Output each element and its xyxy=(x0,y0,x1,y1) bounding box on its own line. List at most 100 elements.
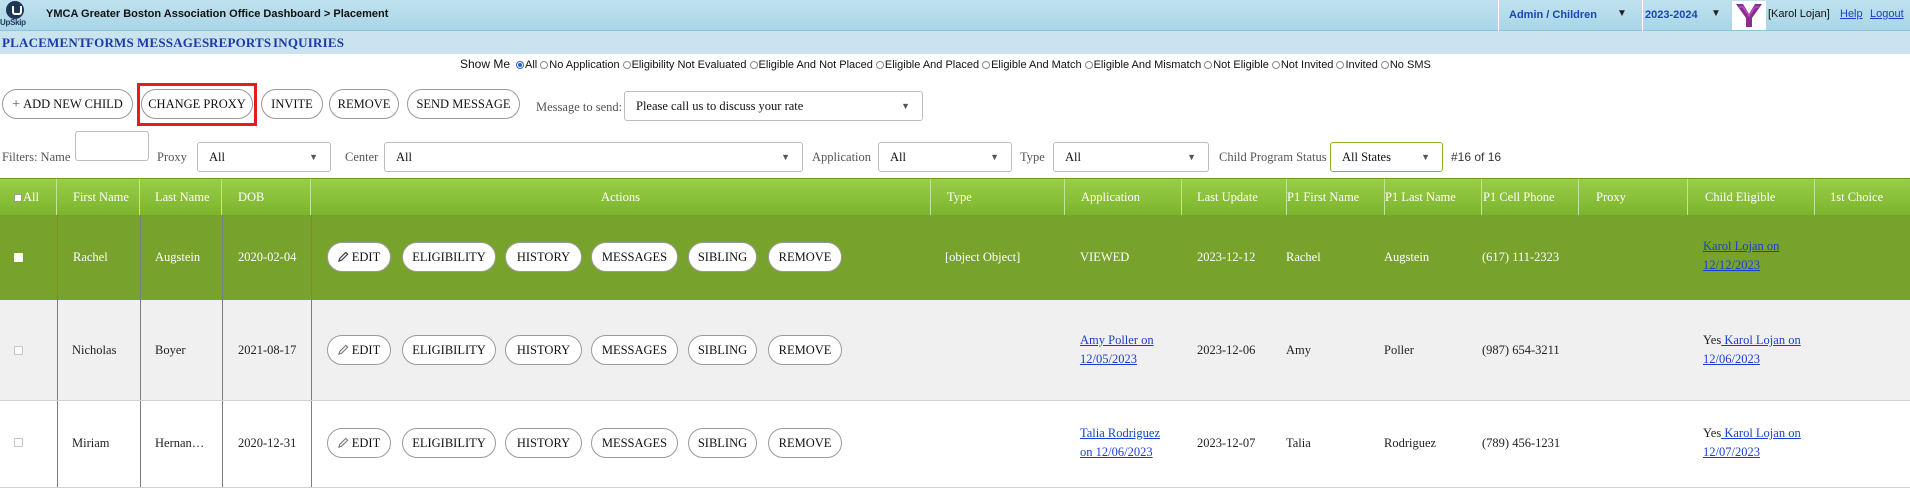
show-me-option-invited[interactable]: Invited xyxy=(1336,59,1378,71)
edit-button[interactable]: EDIT xyxy=(327,428,391,458)
table-row[interactable]: Miriam Hernan… 2020-12-31 EDIT ELIGIBILI… xyxy=(0,401,1910,488)
col-p1-first-name[interactable]: P1 First Name xyxy=(1287,179,1385,216)
show-me-option-no-application[interactable]: No Application xyxy=(540,59,620,71)
col-type[interactable]: Type xyxy=(931,179,1065,216)
add-new-child-label: ADD NEW CHILD xyxy=(23,97,123,111)
eligibility-button[interactable]: ELIGIBILITY xyxy=(402,335,496,365)
application-select[interactable]: All ▼ xyxy=(878,142,1012,172)
row-checkbox[interactable] xyxy=(14,438,23,447)
eligible-date-link[interactable]: 12/07/2023 xyxy=(1703,445,1760,459)
program-status-value: All States xyxy=(1342,150,1391,164)
chevron-down-icon: ▼ xyxy=(901,101,910,111)
sibling-button[interactable]: SIBLING xyxy=(688,242,757,272)
history-button[interactable]: HISTORY xyxy=(505,242,582,272)
edit-button[interactable]: EDIT xyxy=(327,242,391,272)
logout-link[interactable]: Logout xyxy=(1870,8,1904,20)
nav-forms[interactable]: FORMS xyxy=(86,35,134,51)
col-child-eligible[interactable]: Child Eligible xyxy=(1688,179,1815,216)
edit-button[interactable]: EDIT xyxy=(327,335,391,365)
sibling-button[interactable]: SIBLING xyxy=(688,428,757,458)
role-select[interactable]: Admin / Children ▼ xyxy=(1498,0,1642,31)
show-me-option-eligible-mismatch[interactable]: Eligible And Mismatch xyxy=(1084,59,1201,71)
show-me-option-all[interactable]: All xyxy=(516,59,537,71)
col-last-update[interactable]: Last Update xyxy=(1182,179,1287,216)
cell-first-name: Miriam xyxy=(72,436,110,450)
eligible-prefix: Yes xyxy=(1703,333,1722,347)
nav-reports[interactable]: REPORTS xyxy=(209,35,271,51)
radio-icon xyxy=(622,61,631,69)
proxy-select[interactable]: All ▼ xyxy=(197,142,331,172)
col-p1-last-name[interactable]: P1 Last Name xyxy=(1385,179,1482,216)
message-select[interactable]: Please call us to discuss your rate ▼ xyxy=(624,91,923,121)
sibling-button[interactable]: SIBLING xyxy=(688,335,757,365)
messages-button[interactable]: MESSAGES xyxy=(591,335,678,365)
history-button[interactable]: HISTORY xyxy=(505,428,582,458)
col-first-name[interactable]: First Name xyxy=(57,179,140,216)
eligible-prefix: Yes xyxy=(1703,426,1722,440)
col-proxy[interactable]: Proxy xyxy=(1579,179,1688,216)
eligible-date-link[interactable]: 12/12/2023 xyxy=(1703,258,1760,272)
message-label: Message to send: xyxy=(536,100,623,114)
select-all-header[interactable]: All xyxy=(0,179,57,216)
col-dob[interactable]: DOB xyxy=(222,179,311,216)
col-actions: Actions xyxy=(311,179,931,216)
table-row[interactable]: Rachel Augstein 2020-02-04 EDIT ELIGIBIL… xyxy=(0,215,1910,300)
center-select[interactable]: All ▼ xyxy=(384,142,803,172)
show-me-option-not-invited[interactable]: Not Invited xyxy=(1271,59,1333,71)
messages-button[interactable]: MESSAGES xyxy=(591,428,678,458)
cell-child-eligible: Yes Karol Lojan on 12/07/2023 xyxy=(1703,424,1801,462)
program-status-select[interactable]: All States ▼ xyxy=(1330,142,1443,172)
type-select[interactable]: All ▼ xyxy=(1053,142,1209,172)
col-last-name[interactable]: Last Name xyxy=(140,179,222,216)
cell-p1-first-name: Talia xyxy=(1286,436,1311,450)
name-filter-input[interactable] xyxy=(75,131,149,161)
eligibility-button[interactable]: ELIGIBILITY xyxy=(402,242,496,272)
messages-button[interactable]: MESSAGES xyxy=(591,242,678,272)
show-me-option-eligibility-not-evaluated[interactable]: Eligibility Not Evaluated xyxy=(622,59,747,71)
cell-p1-last-name: Augstein xyxy=(1384,250,1430,264)
cell-type: [object Object] xyxy=(945,250,1021,264)
remove-row-button[interactable]: REMOVE xyxy=(768,335,842,365)
year-select[interactable]: 2023-2024 ▼ xyxy=(1642,0,1730,31)
cell-p1-first-name: Amy xyxy=(1286,343,1311,357)
table-row[interactable]: Nicholas Boyer 2021-08-17 EDIT ELIGIBILI… xyxy=(0,300,1910,401)
eligibility-button[interactable]: ELIGIBILITY xyxy=(402,428,496,458)
nav-inquiries[interactable]: INQUIRIES xyxy=(273,35,344,51)
eligible-link[interactable]: Karol Lojan on xyxy=(1721,426,1800,440)
row-checkbox[interactable] xyxy=(14,253,23,262)
row-divider xyxy=(0,400,1910,401)
radio-icon xyxy=(982,61,991,69)
remove-row-button[interactable]: REMOVE xyxy=(768,428,842,458)
remove-button[interactable]: REMOVE xyxy=(329,89,399,119)
history-button[interactable]: HISTORY xyxy=(505,335,582,365)
remove-row-button[interactable]: REMOVE xyxy=(768,242,842,272)
cell-p1-first-name: Rachel xyxy=(1286,250,1321,264)
application-date-link[interactable]: 12/05/2023 xyxy=(1080,352,1137,366)
application-link[interactable]: Talia Rodriguez xyxy=(1080,426,1160,440)
add-new-child-button[interactable]: + ADD NEW CHILD xyxy=(2,89,133,119)
chevron-down-icon: ▼ xyxy=(1617,8,1627,19)
col-p1-cell-phone[interactable]: P1 Cell Phone xyxy=(1482,179,1579,216)
show-me-option-no-sms[interactable]: No SMS xyxy=(1380,59,1431,71)
cell-last-update: 2023-12-12 xyxy=(1197,250,1256,264)
cell-first-name: Rachel xyxy=(73,250,108,264)
application-link[interactable]: Amy Poller on xyxy=(1080,333,1154,347)
nav-placement[interactable]: PLACEMENT xyxy=(2,35,87,51)
select-all-checkbox[interactable] xyxy=(14,194,22,202)
eligible-date-link[interactable]: 12/06/2023 xyxy=(1703,352,1760,366)
eligible-link[interactable]: Karol Lojan on xyxy=(1703,239,1779,253)
help-link[interactable]: Help xyxy=(1840,8,1863,20)
filter-name-label: Filters: Name xyxy=(2,150,71,164)
send-message-button[interactable]: SEND MESSAGE xyxy=(407,89,520,119)
invite-button[interactable]: INVITE xyxy=(261,89,323,119)
col-application[interactable]: Application xyxy=(1065,179,1182,216)
nav-messages[interactable]: MESSAGES xyxy=(137,35,209,51)
col-first-choice[interactable]: 1st Choice xyxy=(1815,179,1910,216)
show-me-option-not-eligible[interactable]: Not Eligible xyxy=(1204,59,1269,71)
show-me-option-eligible-not-placed[interactable]: Eligible And Not Placed xyxy=(749,59,873,71)
row-checkbox[interactable] xyxy=(14,346,23,355)
application-date-link[interactable]: on 12/06/2023 xyxy=(1080,445,1153,459)
show-me-option-eligible-match[interactable]: Eligible And Match xyxy=(982,59,1082,71)
eligible-link[interactable]: Karol Lojan on xyxy=(1721,333,1800,347)
show-me-option-eligible-placed[interactable]: Eligible And Placed xyxy=(875,59,979,71)
